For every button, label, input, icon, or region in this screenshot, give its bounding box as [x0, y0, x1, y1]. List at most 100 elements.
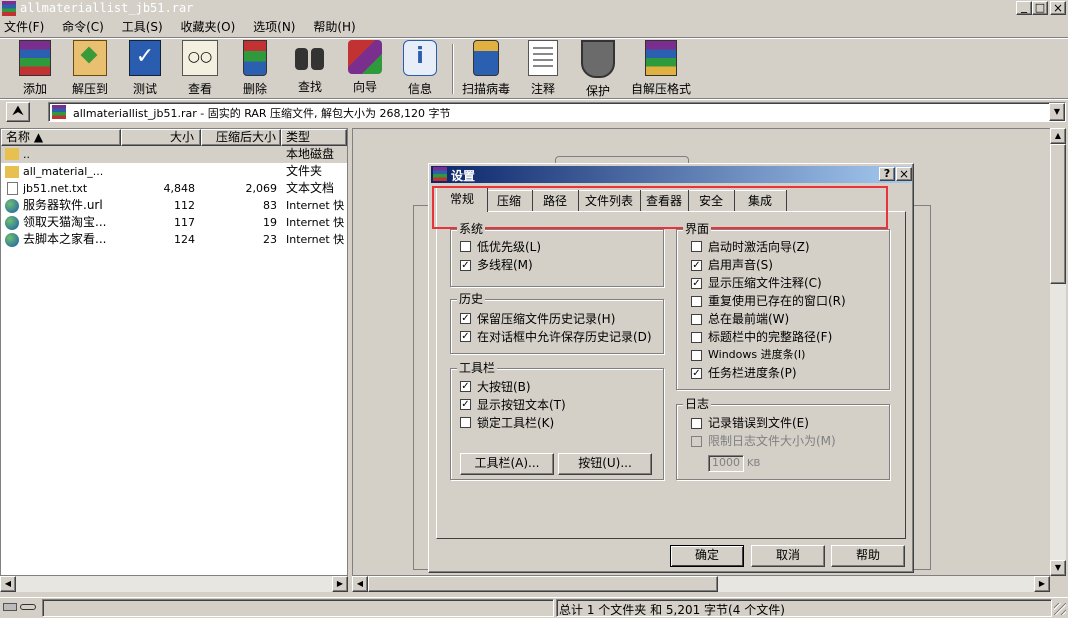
dialog-help-button[interactable]: ? — [879, 167, 895, 181]
toolbar-settings-button[interactable]: 工具栏(A)... — [460, 453, 554, 475]
row-name: jb51.net.txt — [23, 182, 88, 195]
column-packed[interactable]: 压缩后大小 — [201, 129, 281, 146]
scroll-thumb[interactable] — [368, 576, 718, 592]
wizard-on-start-label: 启动时激活向导(Z) — [708, 240, 810, 254]
row-type: 本地磁盘 — [286, 146, 347, 163]
large-buttons-checkbox[interactable]: ✓ — [460, 381, 471, 392]
scroll-thumb[interactable] — [1050, 144, 1066, 284]
right-horizontal-scrollbar[interactable]: ◀ ▶ — [352, 576, 1050, 592]
resize-grip-icon[interactable] — [1054, 603, 1066, 615]
keep-history-checkbox[interactable]: ✓ — [460, 313, 471, 324]
windows-progress-checkbox[interactable] — [691, 350, 702, 361]
scroll-up-arrow[interactable]: ▲ — [1050, 128, 1066, 144]
menu-file[interactable]: 文件(F) — [4, 20, 44, 34]
toolbar-wizard-button[interactable]: 向导 — [338, 40, 392, 96]
limit-log-size-checkbox[interactable] — [691, 436, 702, 447]
log-errors-checkbox[interactable] — [691, 418, 702, 429]
toolbar-protect-button[interactable]: 保护 — [571, 40, 625, 98]
scroll-right-arrow[interactable]: ▶ — [1034, 576, 1050, 592]
toolbar-add-label: 添加 — [22, 82, 47, 96]
cancel-button[interactable]: 取消 — [751, 545, 825, 567]
toolbar-info-button[interactable]: i 信息 — [393, 40, 447, 96]
menu-options[interactable]: 选项(N) — [253, 20, 295, 34]
row-name: 服务器软件.url — [23, 198, 103, 212]
right-vertical-scrollbar[interactable]: ▲ ▼ — [1050, 128, 1066, 576]
log-size-input[interactable]: 1000 — [708, 455, 744, 472]
show-comment-label: 显示压缩文件注释(C) — [708, 276, 822, 290]
multithread-checkbox[interactable]: ✓ — [460, 260, 471, 271]
table-row[interactable]: jb51.net.txt 4,848 2,069 文本文档 — [1, 180, 347, 197]
toolbar-find-label: 查找 — [297, 80, 322, 94]
toolbar-divider — [0, 98, 1068, 100]
column-name[interactable]: 名称 ▲ — [1, 129, 121, 146]
toolbar-extract-button[interactable]: 解压到 — [63, 40, 117, 96]
scroll-down-arrow[interactable]: ▼ — [1050, 560, 1066, 576]
always-on-top-checkbox[interactable] — [691, 314, 702, 325]
menu-bar: 文件(F) 命令(C) 工具(S) 收藏夹(O) 选项(N) 帮助(H) — [4, 19, 370, 35]
key-icon — [20, 604, 36, 610]
menu-commands[interactable]: 命令(C) — [62, 20, 104, 34]
ok-button[interactable]: 确定 — [670, 545, 744, 567]
full-path-title-label: 标题栏中的完整路径(F) — [708, 330, 833, 344]
scroll-left-arrow[interactable]: ◀ — [352, 576, 368, 592]
toolbar-wizard-label: 向导 — [352, 80, 377, 94]
menu-help[interactable]: 帮助(H) — [313, 20, 355, 34]
dialog-history-checkbox[interactable]: ✓ — [460, 331, 471, 342]
tab-general[interactable]: 常规 — [436, 188, 488, 212]
toolbar-comment-label: 注释 — [530, 82, 555, 96]
wizard-on-start-checkbox[interactable] — [691, 241, 702, 252]
dialog-title-bar: 设置 ? × — [431, 166, 912, 183]
table-row[interactable]: 去脚本之家看... 124 23 Internet 快 — [1, 231, 347, 248]
reuse-window-checkbox[interactable] — [691, 296, 702, 307]
toolbar-test-button[interactable]: ✓ 测试 — [118, 40, 172, 96]
table-row[interactable]: 领取天猫淘宝... 117 19 Internet 快 — [1, 214, 347, 231]
keep-history-label: 保留压缩文件历史记录(H) — [477, 312, 616, 326]
low-priority-checkbox[interactable] — [460, 241, 471, 252]
menu-favorites[interactable]: 收藏夹(O) — [181, 20, 236, 34]
info-icon: i — [403, 40, 437, 76]
toolbar-virus-scan-button[interactable]: 扫描病毒 — [456, 40, 516, 96]
row-type: 文本文档 — [286, 181, 335, 195]
toolbar-delete-button[interactable]: 删除 — [228, 40, 282, 96]
toolbar-protect-label: 保护 — [585, 84, 610, 98]
toolbar-view-button[interactable]: ○○ 查看 — [173, 40, 227, 96]
file-rows: .. 本地磁盘 all_material_... 文件夹 jb51.net.tx… — [1, 146, 347, 266]
row-type: Internet 快 — [286, 199, 345, 212]
lock-toolbar-checkbox[interactable] — [460, 417, 471, 428]
minimize-button[interactable]: _ — [1016, 0, 1032, 15]
table-row[interactable]: .. 本地磁盘 — [1, 146, 347, 163]
help-button[interactable]: 帮助 — [831, 545, 905, 567]
left-horizontal-scrollbar[interactable]: ◀ ▶ — [0, 576, 348, 592]
show-button-text-checkbox[interactable]: ✓ — [460, 399, 471, 410]
window-title: allmateriallist_jb51.rar — [20, 1, 194, 15]
add-icon — [19, 40, 51, 76]
row-name: 领取天猫淘宝... — [23, 215, 107, 229]
toolbar-find-button[interactable]: 查找 — [283, 40, 337, 96]
dialog-close-button[interactable]: × — [896, 167, 912, 181]
table-row[interactable]: all_material_... 文件夹 — [1, 163, 347, 180]
up-folder-button[interactable]: ⮝ — [6, 102, 30, 122]
close-button[interactable]: × — [1050, 1, 1066, 15]
table-row[interactable]: 服务器软件.url 112 83 Internet 快 — [1, 197, 347, 214]
scroll-left-arrow[interactable]: ◀ — [0, 576, 16, 592]
row-type: Internet 快 — [286, 233, 345, 246]
toolbar-sfx-button[interactable]: 自解压格式 — [626, 40, 696, 96]
scroll-right-arrow[interactable]: ▶ — [332, 576, 348, 592]
enable-sound-checkbox[interactable]: ✓ — [691, 260, 702, 271]
menu-tools[interactable]: 工具(S) — [122, 20, 163, 34]
column-type[interactable]: 类型 — [281, 129, 347, 146]
dialog-app-icon — [433, 167, 447, 181]
history-group — [450, 299, 664, 354]
toolbar-comment-button[interactable]: 注释 — [516, 40, 570, 96]
column-size[interactable]: 大小 — [121, 129, 201, 146]
buttons-settings-button[interactable]: 按钮(U)... — [558, 453, 652, 475]
address-dropdown-button[interactable]: ▼ — [1049, 103, 1065, 121]
address-combobox[interactable]: allmateriallist_jb51.rar - 固实的 RAR 压缩文件,… — [48, 102, 1066, 122]
title-bar: allmateriallist_jb51.rar _ □ × — [0, 0, 1068, 18]
show-comment-checkbox[interactable]: ✓ — [691, 278, 702, 289]
folder-icon — [5, 166, 19, 178]
taskbar-progress-checkbox[interactable]: ✓ — [691, 368, 702, 379]
maximize-button[interactable]: □ — [1032, 1, 1048, 15]
full-path-title-checkbox[interactable] — [691, 332, 702, 343]
toolbar-add-button[interactable]: 添加 — [8, 40, 62, 96]
